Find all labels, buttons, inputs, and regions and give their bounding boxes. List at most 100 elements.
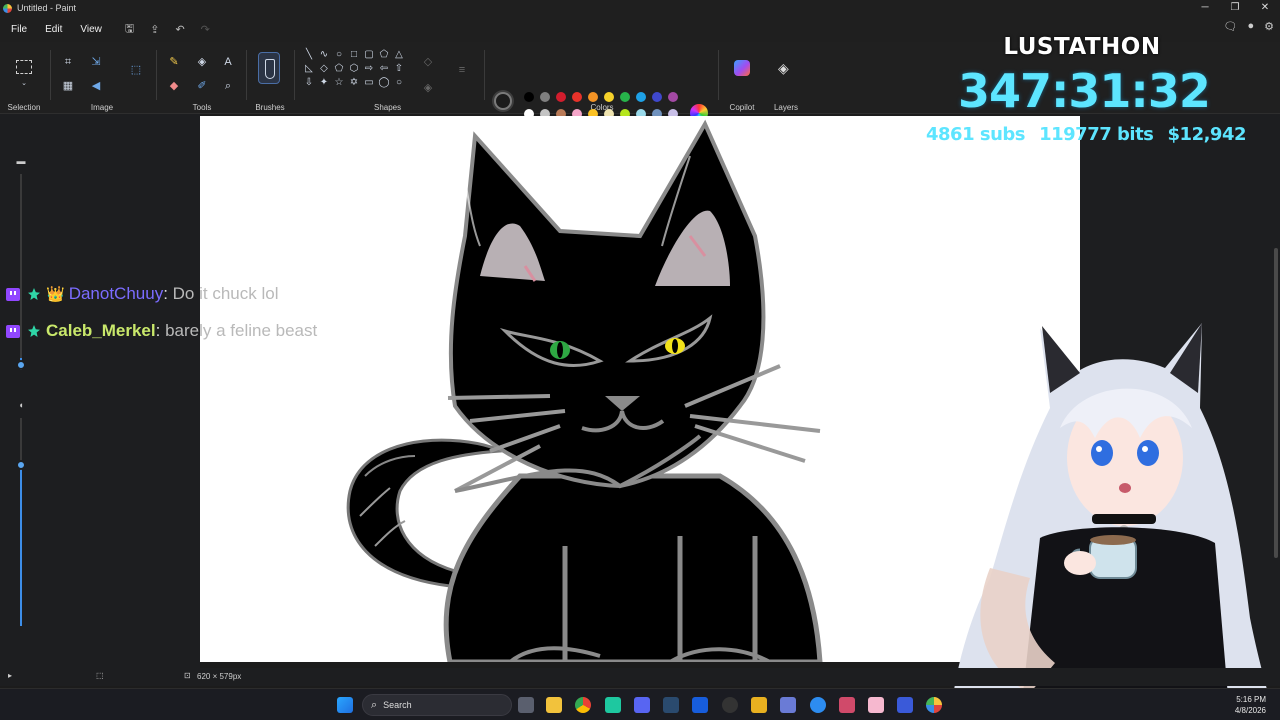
media-icon[interactable] (897, 697, 913, 713)
chat-overlay: 👑 DanotChuuy : Do it chuck lol Caleb_Mer… (6, 283, 426, 357)
color-picker-icon[interactable]: ✐ (194, 78, 210, 94)
selection-group: ⌄ Selection (0, 46, 48, 112)
oval-shape-icon[interactable]: ○ (332, 48, 346, 61)
shape-fill-icon[interactable]: ◈ (420, 80, 436, 96)
window-controls: ─ ❐ ✕ (1190, 0, 1280, 16)
four-point-star-icon[interactable]: ✦ (317, 76, 331, 89)
resize-icon[interactable]: ⇲ (88, 54, 104, 70)
paint-taskbar-icon[interactable] (926, 697, 942, 713)
pink-app-icon[interactable] (868, 697, 884, 713)
diamond-shape-icon[interactable]: ◇ (317, 62, 331, 75)
chat-message: 👑 DanotChuuy : Do it chuck lol (6, 283, 426, 305)
polygon-shape-icon[interactable]: ⬠ (377, 48, 391, 61)
bitwarden-icon[interactable] (692, 697, 708, 713)
text-icon[interactable]: A (220, 54, 236, 70)
selection-label: Selection (7, 103, 41, 112)
system-clock[interactable]: 5:16 PM 4/8/2026 (1235, 694, 1266, 716)
bits-count: 119777 bits (1039, 124, 1154, 145)
eraser-icon[interactable]: ◆ (166, 78, 182, 94)
feedback-icon[interactable]: 🗨 (1224, 20, 1238, 33)
five-point-star-icon[interactable]: ☆ (332, 76, 346, 89)
left-arrow-shape-icon[interactable]: ⇦ (377, 62, 391, 75)
up-arrow-shape-icon[interactable]: ⇧ (392, 62, 406, 75)
search-icon: ⌕ (371, 698, 378, 711)
selection-dropdown-icon[interactable]: ⌄ (16, 76, 32, 92)
palette-swatch[interactable] (620, 92, 630, 102)
palette-swatch[interactable] (636, 92, 646, 102)
flip-icon[interactable]: ◀ (88, 78, 104, 94)
triangle-shape-icon[interactable]: △ (392, 48, 406, 61)
twitch-icon (6, 324, 20, 338)
pencil-icon[interactable]: ✎ (166, 54, 182, 70)
image-select-icon[interactable]: ⬚ (128, 62, 144, 78)
palette-swatch[interactable] (572, 92, 582, 102)
right-arrow-shape-icon[interactable]: ⇨ (362, 62, 376, 75)
layers-icon[interactable]: ◈ (778, 60, 789, 77)
menu-file[interactable]: File (2, 24, 36, 35)
callout-rect-icon[interactable]: ▭ (362, 76, 376, 89)
six-point-star-icon[interactable]: ✡ (347, 76, 361, 89)
palette-swatch[interactable] (540, 92, 550, 102)
primary-color-swatch[interactable] (494, 92, 512, 110)
callout-oval-icon[interactable]: ◯ (377, 76, 391, 89)
vtube-icon[interactable] (780, 697, 796, 713)
redo-icon[interactable]: ↷ (193, 23, 218, 36)
maximize-button[interactable]: ❐ (1220, 0, 1250, 16)
brush-button[interactable] (258, 52, 280, 84)
palette-swatch[interactable] (524, 92, 534, 102)
down-arrow-shape-icon[interactable]: ⇩ (302, 76, 316, 89)
selection-size-icon: ⬚ (96, 671, 104, 680)
task-view-icon[interactable] (518, 697, 534, 713)
brush-size-knob[interactable] (16, 360, 26, 370)
curve-shape-icon[interactable]: ∿ (317, 48, 331, 61)
obs-icon[interactable] (722, 697, 738, 713)
app-icon[interactable] (605, 697, 621, 713)
taskbar-search[interactable]: ⌕ Search (362, 694, 512, 716)
arrow-app-icon[interactable] (751, 697, 767, 713)
pentagon-shape-icon[interactable]: ⬠ (332, 62, 346, 75)
callout-cloud-icon[interactable]: ○ (392, 76, 406, 89)
copilot-icon[interactable] (734, 60, 750, 76)
crown-icon: 👑 (46, 286, 65, 303)
menu-view[interactable]: View (71, 24, 111, 35)
clock-time: 5:16 PM (1236, 695, 1266, 704)
share-icon[interactable]: ⇪ (142, 23, 167, 36)
palette-swatch[interactable] (588, 92, 598, 102)
file-explorer-icon[interactable] (546, 697, 562, 713)
ribbon-divider (156, 50, 157, 100)
undo-icon[interactable]: ↶ (167, 23, 192, 36)
chrome-icon[interactable] (575, 697, 591, 713)
hexagon-shape-icon[interactable]: ⬡ (347, 62, 361, 75)
steam-icon[interactable] (663, 697, 679, 713)
opacity-knob[interactable] (16, 460, 26, 470)
rect-shape-icon[interactable]: □ (347, 48, 361, 61)
discord-icon[interactable] (634, 697, 650, 713)
browser-icon[interactable] (810, 697, 826, 713)
copilot-label: Copilot (729, 103, 755, 112)
shape-size-icon[interactable]: ≡ (454, 62, 470, 78)
save-icon[interactable]: 🖫 (117, 20, 142, 39)
rotate-icon[interactable]: ▦ (60, 78, 76, 94)
tool-icon[interactable] (839, 697, 855, 713)
windows-start-icon[interactable] (337, 697, 353, 713)
selection-rect-icon[interactable] (16, 60, 32, 74)
account-icon[interactable]: ● (1247, 20, 1254, 33)
palette-swatch[interactable] (604, 92, 614, 102)
settings-icon[interactable]: ⚙ (1264, 20, 1274, 33)
shape-gallery: ╲ ∿ ○ □ ▢ ⬠ △ ◺ ◇ ⬠ ⬡ ⇨ ⇦ ⇧ ⇩ ✦ ☆ ✡ ▭ ◯ … (302, 48, 404, 89)
search-label: Search (383, 700, 412, 710)
magnifier-icon[interactable]: ⌕ (220, 78, 236, 94)
palette-swatch[interactable] (652, 92, 662, 102)
menu-edit[interactable]: Edit (36, 24, 71, 35)
fill-icon[interactable]: ◈ (194, 54, 210, 70)
line-shape-icon[interactable]: ╲ (302, 48, 316, 61)
close-button[interactable]: ✕ (1250, 0, 1280, 16)
right-triangle-shape-icon[interactable]: ◺ (302, 62, 316, 75)
palette-swatch[interactable] (556, 92, 566, 102)
crop-icon[interactable]: ⌗ (60, 54, 76, 70)
palette-swatch[interactable] (668, 92, 678, 102)
minimize-button[interactable]: ─ (1190, 0, 1220, 16)
shape-outline-icon[interactable]: ◇ (420, 54, 436, 70)
chat-text: barely a feline beast (165, 321, 318, 340)
rounded-rect-shape-icon[interactable]: ▢ (362, 48, 376, 61)
